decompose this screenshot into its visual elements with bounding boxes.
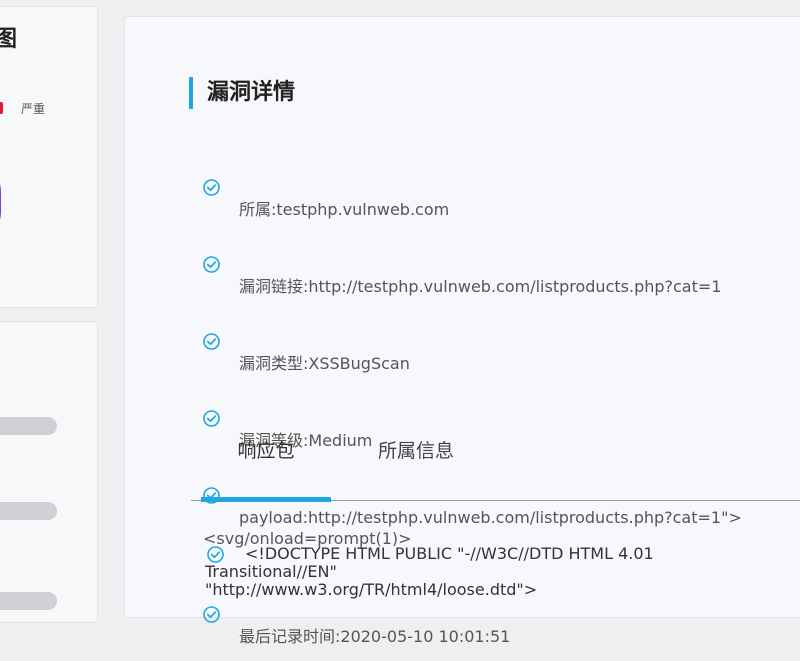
detail-text: 漏洞类型:XSSBugScan	[239, 354, 410, 373]
legend-swatch-severe[interactable]	[0, 102, 3, 114]
chart-card: 图 严重	[0, 6, 98, 308]
legend-label-severe[interactable]: 严重	[21, 100, 45, 117]
list-item-placeholder[interactable]	[0, 417, 57, 435]
pie-chart-slice[interactable]	[0, 162, 1, 242]
detail-text: 所属:testphp.vulnweb.com	[239, 200, 450, 219]
detail-item-domain: 所属:testphp.vulnweb.com	[203, 157, 800, 220]
check-circle-icon	[203, 312, 220, 350]
response-text: <!DOCTYPE HTML PUBLIC "-//W3C//DTD HTML …	[205, 544, 654, 599]
check-circle-icon	[203, 389, 220, 427]
list-item-placeholder[interactable]	[0, 592, 57, 610]
tab-response[interactable]: 响应包	[201, 436, 331, 492]
list-item-placeholder[interactable]	[0, 502, 57, 520]
detail-item-link: 漏洞链接:http://testphp.vulnweb.com/listprod…	[203, 234, 800, 297]
chart-title: 图	[0, 27, 18, 52]
section-title: 漏洞详情	[189, 77, 295, 109]
check-circle-icon	[203, 235, 220, 273]
detail-text: payload:http://testphp.vulnweb.com/listp…	[203, 508, 742, 548]
check-circle-icon	[203, 158, 220, 196]
active-tab-indicator	[201, 497, 331, 502]
tab-owner-info[interactable]: 所属信息	[351, 436, 481, 492]
detail-item-type: 漏洞类型:XSSBugScan	[203, 311, 800, 374]
vuln-detail-card: 漏洞详情 所属:testphp.vulnweb.com 漏洞链接:http://…	[124, 16, 800, 646]
detail-text: 漏洞链接:http://testphp.vulnweb.com/listprod…	[239, 277, 722, 296]
response-content: <!DOCTYPE HTML PUBLIC "-//W3C//DTD HTML …	[205, 545, 705, 599]
detail-text: 最后记录时间:2020-05-10 10:01:51	[239, 627, 511, 646]
list-card	[0, 321, 98, 623]
detail-tabs: 响应包 所属信息	[191, 422, 800, 502]
check-circle-icon	[207, 546, 224, 563]
